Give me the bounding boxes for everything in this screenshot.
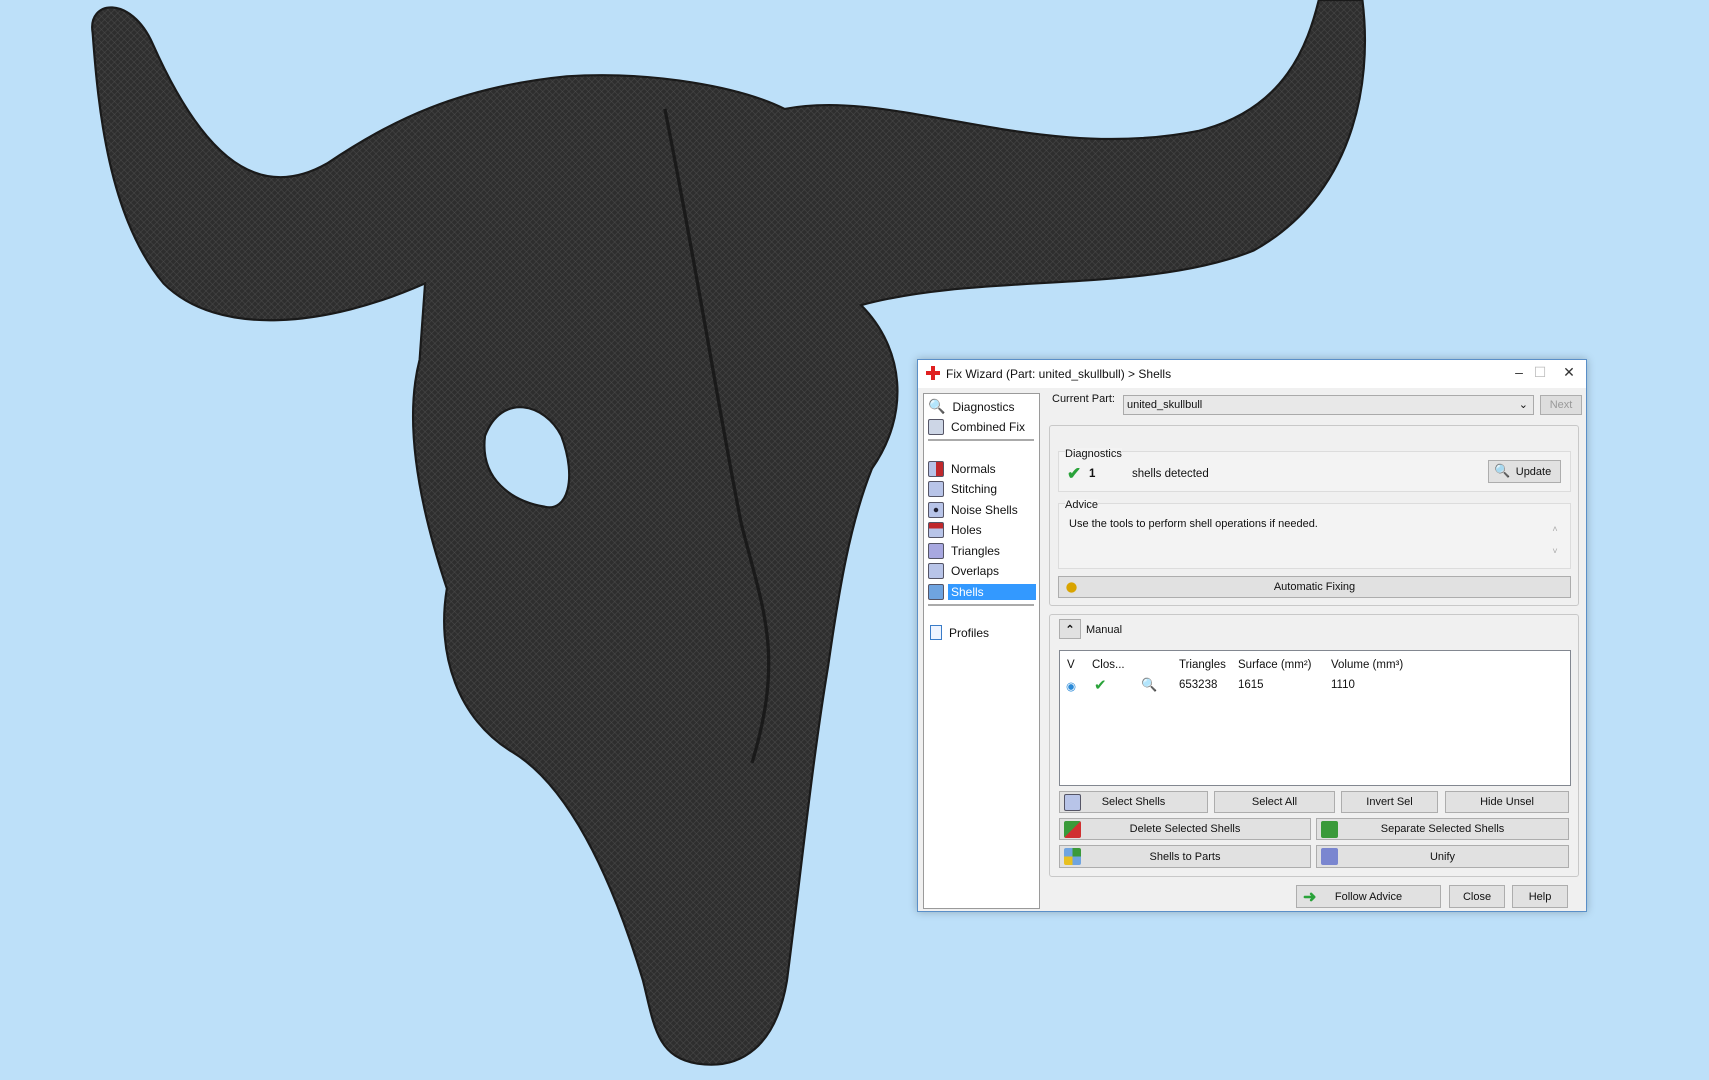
diagnostics-text: shells detected — [1132, 468, 1209, 480]
gears-icon — [1063, 579, 1080, 596]
advice-text: Use the tools to perform shell operation… — [1069, 518, 1318, 530]
shells-to-parts-button[interactable]: Shells to Parts — [1059, 845, 1311, 868]
advice-scrollbar[interactable]: ˄ ˅ — [1549, 518, 1561, 564]
advice-legend: Advice — [1065, 499, 1099, 511]
sidebar-item-combined-fix[interactable]: Combined Fix — [928, 417, 1036, 436]
chevron-down-icon: ⌄ — [1518, 399, 1528, 411]
sidebar-item-label: Diagnostics — [952, 399, 1015, 414]
sidebar-item-triangles[interactable]: Triangles — [928, 541, 1036, 560]
select-all-button[interactable]: Select All — [1214, 791, 1335, 813]
current-part-label: Current Part: — [1052, 393, 1115, 405]
sidebar-item-label: Normals — [951, 461, 996, 476]
sidebar-item-label: Overlaps — [951, 563, 1000, 578]
sidebar-item-label: Triangles — [951, 543, 1000, 558]
current-part-select[interactable]: united_skullbull ⌄ — [1123, 395, 1534, 415]
automatic-fixing-label: Automatic Fixing — [1273, 581, 1356, 593]
separate-selected-shells-button[interactable]: Separate Selected Shells — [1316, 818, 1569, 840]
sidebar-item-label: Noise Shells — [951, 502, 1018, 517]
sidebar-item-normals[interactable]: Normals — [928, 459, 1036, 478]
select-shells-button[interactable]: Select Shells — [1059, 791, 1208, 813]
sidebar-item-stitching[interactable]: Stitching — [928, 479, 1036, 498]
fix-wizard-dialog: Fix Wizard (Part: united_skullbull) > Sh… — [917, 359, 1587, 912]
delete-shell-icon — [1064, 821, 1081, 838]
check-icon: ✔ — [1094, 677, 1107, 694]
sidebar-item-label: Profiles — [949, 625, 990, 640]
next-button[interactable]: Next — [1540, 395, 1582, 415]
holes-icon — [928, 521, 944, 538]
chevron-double-up-icon: ⌃ — [1065, 623, 1075, 636]
column-header-visible[interactable]: V — [1067, 659, 1075, 671]
button-label: Separate Selected Shells — [1380, 823, 1505, 835]
current-part-value: united_skullbull — [1127, 399, 1203, 411]
cube-icon — [928, 418, 944, 435]
advice-section: Advice Use the tools to perform shell op… — [1058, 499, 1571, 569]
button-label: Follow Advice — [1334, 890, 1403, 903]
triangles-icon — [928, 542, 944, 559]
sidebar-item-label: Stitching — [951, 481, 998, 496]
button-label: Select Shells — [1101, 796, 1166, 808]
column-header-triangles[interactable]: Triangles — [1179, 659, 1226, 671]
volume-cell: 1110 — [1331, 679, 1355, 691]
follow-advice-button[interactable]: ➜ Follow Advice — [1296, 885, 1441, 908]
delete-selected-shells-button[interactable]: Delete Selected Shells — [1059, 818, 1311, 840]
sidebar-divider — [928, 604, 1034, 606]
button-label: Unify — [1429, 850, 1456, 863]
button-label: Shells to Parts — [1149, 850, 1221, 863]
check-icon: ✔ — [1067, 464, 1082, 483]
shells-to-parts-icon — [1064, 848, 1081, 865]
collapse-manual-button[interactable]: ⌃ — [1059, 619, 1081, 639]
hide-unselected-button[interactable]: Hide Unsel — [1445, 791, 1569, 813]
sidebar-divider — [928, 439, 1034, 441]
help-button[interactable]: Help — [1512, 885, 1568, 908]
noise-shells-icon — [928, 501, 944, 518]
eye-icon[interactable]: ◉ — [1066, 679, 1076, 693]
sidebar-item-shells[interactable]: Shells — [928, 582, 1036, 601]
manual-label: Manual — [1086, 624, 1123, 636]
diagnostics-legend: Diagnostics — [1065, 448, 1122, 460]
column-header-volume[interactable]: Volume (mm³) — [1331, 659, 1403, 671]
sidebar-item-label: Shells — [948, 583, 1036, 600]
unify-button[interactable]: Unify — [1316, 845, 1569, 868]
stitching-icon — [928, 480, 944, 497]
maximize-button[interactable]: ☐ — [1525, 364, 1555, 384]
automatic-fixing-button[interactable]: Automatic Fixing — [1058, 576, 1571, 598]
window-title: Fix Wizard (Part: united_skullbull) > Sh… — [946, 367, 1172, 381]
arrow-right-icon: ➜ — [1303, 889, 1317, 906]
sidebar-item-holes[interactable]: Holes — [928, 520, 1036, 539]
magnifier-icon: 🔍 — [1494, 463, 1511, 478]
close-button[interactable]: Close — [1449, 885, 1505, 908]
magnifier-icon[interactable]: 🔍 — [1141, 677, 1157, 693]
red-cross-icon — [926, 366, 940, 380]
triangles-cell: 653238 — [1179, 679, 1218, 691]
sidebar: 🔍 Diagnostics Combined Fix Normals Stitch… — [923, 393, 1040, 909]
diagnostics-section: Diagnostics ✔ 1 shells detected 🔍 Update — [1058, 448, 1571, 492]
sidebar-item-overlaps[interactable]: Overlaps — [928, 561, 1036, 580]
overlaps-icon — [928, 562, 944, 579]
update-button[interactable]: 🔍 Update — [1488, 460, 1561, 483]
unify-icon — [1321, 848, 1338, 865]
column-header-surface[interactable]: Surface (mm²) — [1238, 659, 1311, 671]
document-icon — [930, 625, 942, 640]
shells-icon — [928, 583, 944, 600]
sidebar-item-label: Holes — [951, 522, 982, 537]
button-label: Delete Selected Shells — [1129, 823, 1241, 835]
invert-selection-button[interactable]: Invert Sel — [1341, 791, 1438, 813]
sidebar-item-profiles[interactable]: Profiles — [928, 623, 1036, 642]
sidebar-item-diagnostics[interactable]: 🔍 Diagnostics — [928, 397, 1036, 416]
title-bar[interactable]: Fix Wizard (Part: united_skullbull) > Sh… — [918, 360, 1586, 388]
sidebar-item-noise-shells[interactable]: Noise Shells — [928, 500, 1036, 519]
close-window-button[interactable]: ✕ — [1554, 364, 1584, 384]
magnifier-icon: 🔍 — [928, 398, 946, 414]
normals-icon — [928, 460, 944, 477]
shell-count: 1 — [1089, 468, 1096, 480]
update-label: Update — [1515, 465, 1552, 478]
select-cursor-icon — [1064, 794, 1081, 811]
separate-shell-icon — [1321, 821, 1338, 838]
surface-cell: 1615 — [1238, 679, 1264, 691]
column-header-closed[interactable]: Clos... — [1092, 659, 1125, 671]
sidebar-item-label: Combined Fix — [951, 419, 1026, 434]
shells-table[interactable]: V Clos... Triangles Surface (mm²) Volume… — [1059, 650, 1571, 786]
